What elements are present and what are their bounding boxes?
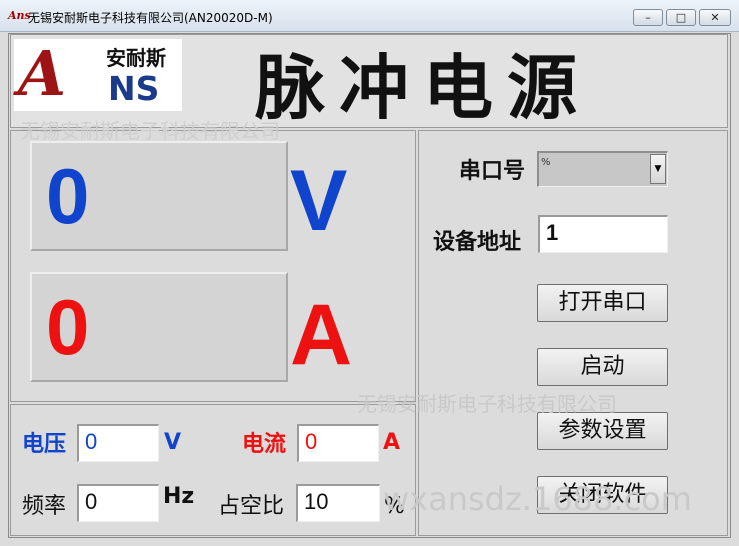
company-logo: A 安耐斯 NS: [14, 39, 182, 111]
serial-port-label: 串口号: [459, 159, 526, 184]
device-address-label: 设备地址: [433, 230, 522, 255]
chevron-down-icon[interactable]: ▼: [650, 154, 666, 184]
duty-cycle-unit: %: [384, 494, 405, 519]
logo-chinese-name: 安耐斯: [106, 46, 166, 70]
voltage-display: 0: [30, 141, 288, 251]
start-button[interactable]: 启动: [537, 348, 668, 386]
current-label: 电流: [242, 432, 287, 457]
voltage-reading: 0: [46, 152, 90, 240]
logo-mark: A: [18, 37, 66, 110]
serial-port-prefix: %: [541, 157, 551, 168]
close-app-button[interactable]: 关闭软件: [537, 476, 668, 514]
logo-letters: NS: [108, 69, 160, 108]
device-address-field[interactable]: 1: [538, 215, 668, 253]
window-title: 无锡安耐斯电子科技有限公司(AN20020D-M): [28, 11, 273, 25]
current-unit-label: A: [290, 287, 353, 383]
open-port-button[interactable]: 打开串口: [537, 284, 668, 322]
frequency-field[interactable]: 0: [77, 484, 159, 522]
current-field[interactable]: 0: [297, 424, 379, 462]
voltage-unit-label: V: [290, 153, 348, 249]
frequency-label: 频率: [22, 494, 67, 519]
serial-port-select[interactable]: % ▼: [537, 151, 668, 187]
minimize-icon: –: [645, 11, 651, 24]
duty-cycle-label: 占空比: [218, 494, 285, 519]
current-reading: 0: [46, 283, 90, 371]
settings-button[interactable]: 参数设置: [537, 412, 668, 450]
current-display: 0: [30, 272, 288, 382]
minimize-button[interactable]: –: [633, 9, 663, 26]
maximize-icon: □: [675, 11, 687, 24]
frequency-unit: Hz: [163, 484, 195, 509]
close-icon: ✕: [710, 11, 720, 24]
duty-cycle-field[interactable]: 10: [296, 484, 380, 522]
voltage-label: 电压: [22, 432, 67, 457]
app-title: 脉冲电源: [255, 45, 591, 129]
close-button[interactable]: ✕: [699, 9, 731, 26]
maximize-button[interactable]: □: [666, 9, 696, 26]
voltage-field[interactable]: 0: [77, 424, 159, 462]
current-field-unit: A: [383, 430, 401, 455]
voltage-field-unit: V: [164, 430, 182, 455]
